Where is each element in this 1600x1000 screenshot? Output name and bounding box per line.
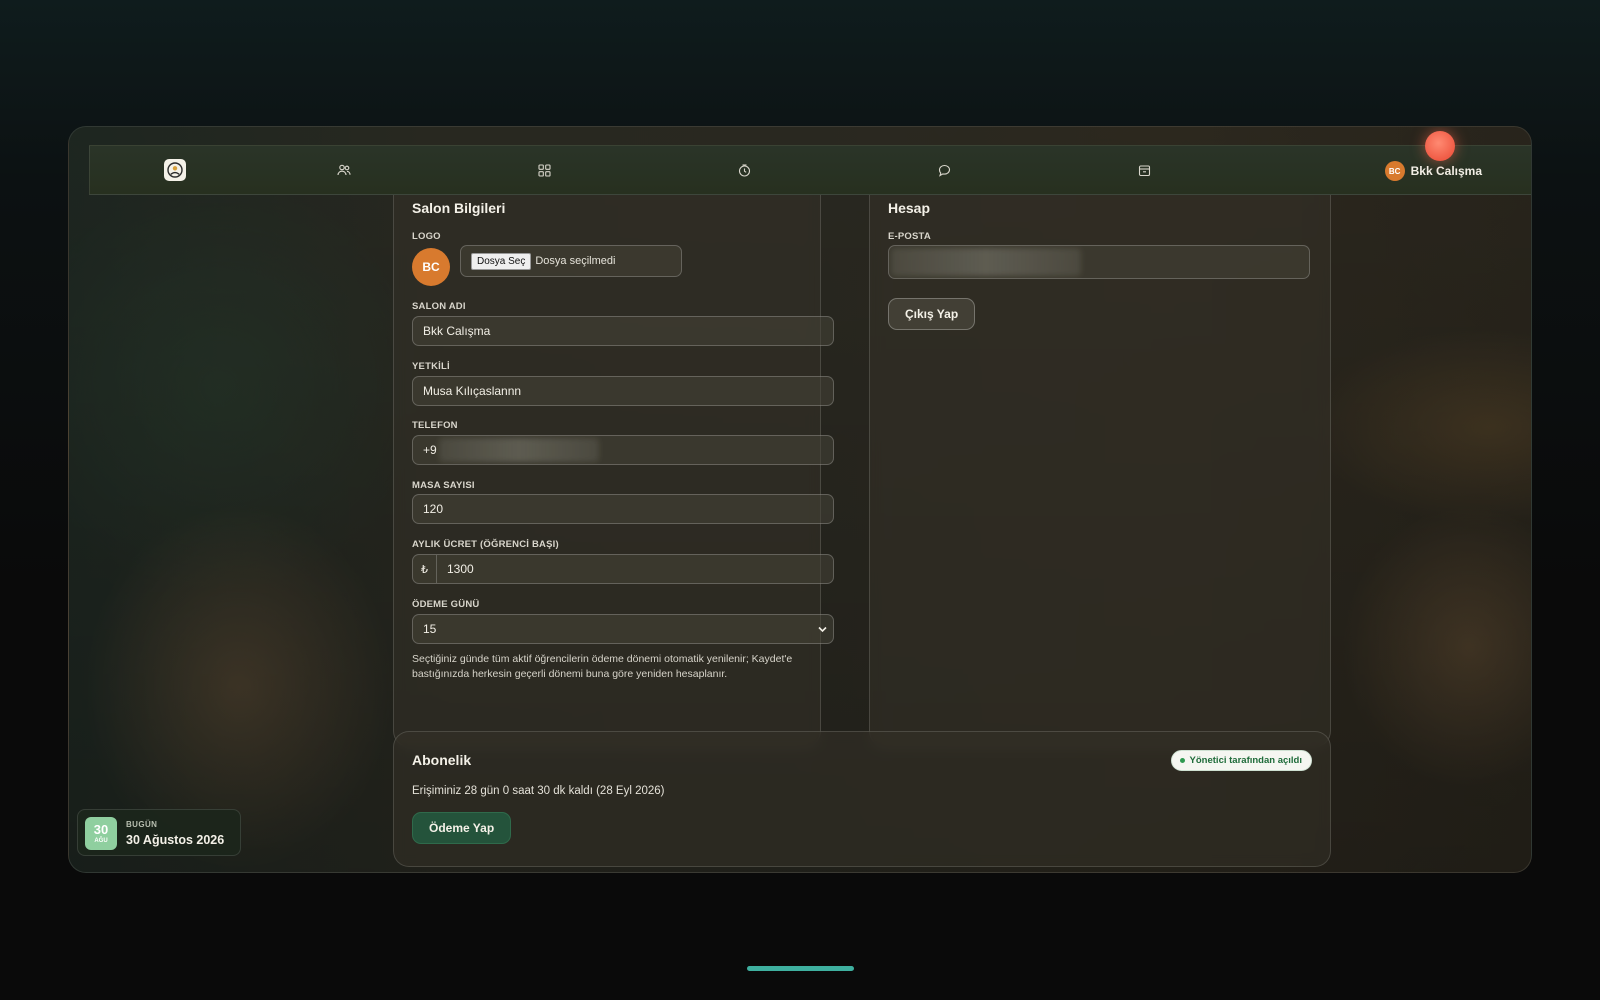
email-redacted (891, 248, 1081, 276)
pay-button[interactable]: Ödeme Yap (412, 812, 512, 844)
grid-icon[interactable] (536, 162, 552, 178)
user-name: Bkk Calışma (1410, 164, 1482, 178)
app-window: BC Bkk Calışma Salon Bilgileri LOGO BC D… (68, 126, 1532, 873)
status-badge-label: Yönetici tarafından açıldı (1189, 755, 1302, 766)
notification-indicator[interactable] (1425, 131, 1455, 161)
salon-logo-avatar: BC (412, 248, 450, 286)
table-count-label: MASA SAYISI (412, 480, 475, 491)
today-date: 30 Ağustos 2026 (126, 833, 225, 847)
logo-file-input[interactable]: Dosya Seç Dosya seçilmedi (460, 245, 682, 277)
home-indicator[interactable] (747, 966, 854, 971)
clock-icon[interactable] (736, 162, 752, 178)
today-widget: 30 AĞU BUGÜN 30 Ağustos 2026 (77, 809, 241, 856)
month-short: AĞU (94, 838, 108, 844)
calendar-day-chip: 30 AĞU (85, 817, 117, 850)
chevron-down-icon (818, 626, 827, 633)
fee-label: AYLIK ÜCRET (ÖĞRENCİ BAŞI) (412, 539, 559, 550)
subscription-remaining: Erişiminiz 28 gün 0 saat 30 dk kaldı (28… (412, 785, 665, 797)
chat-icon[interactable] (936, 162, 952, 178)
payday-helper-text: Seçtiğiniz günde tüm aktif öğrencilerin … (412, 652, 822, 682)
manager-value: Musa Kılıçaslannn (423, 384, 522, 398)
top-navbar: BC Bkk Calışma (89, 145, 1531, 195)
account-title: Hesap (888, 200, 931, 216)
payday-value: 15 (423, 622, 437, 636)
email-input[interactable] (888, 245, 1310, 279)
status-badge: Yönetici tarafından açıldı (1170, 750, 1312, 771)
users-icon[interactable] (336, 162, 352, 178)
day-number: 30 (93, 822, 109, 837)
salon-info-card: Salon Bilgileri LOGO BC Dosya Seç Dosya … (393, 167, 834, 747)
salon-name-value: Bkk Calışma (423, 324, 491, 338)
payday-label: ÖDEME GÜNÜ (412, 599, 480, 610)
payday-select[interactable]: 15 (412, 614, 834, 644)
salon-info-title: Salon Bilgileri (412, 200, 506, 216)
salon-name-label: SALON ADI (412, 301, 466, 312)
fee-input[interactable]: ₺ 1300 (412, 554, 834, 584)
phone-label: TELEFON (412, 420, 458, 431)
table-count-value: 120 (423, 502, 444, 516)
phone-input[interactable]: +9 (412, 435, 834, 465)
phone-redacted (439, 438, 599, 462)
user-menu[interactable]: BC Bkk Calışma (1384, 158, 1482, 184)
account-card: Hesap E-POSTA Çıkış Yap (869, 167, 1331, 747)
logout-button[interactable]: Çıkış Yap (888, 298, 976, 330)
calendar-icon[interactable] (1136, 162, 1152, 178)
email-label: E-POSTA (888, 231, 931, 242)
helper-line-2: bastığınızda herkesin geçerli dönemi bun… (412, 668, 728, 680)
table-count-input[interactable]: 120 (412, 494, 834, 524)
today-label: BUGÜN (126, 820, 158, 829)
fee-value: 1300 (447, 562, 474, 576)
status-dot-icon (1179, 758, 1185, 763)
user-avatar: BC (1384, 161, 1405, 181)
subscription-card: Abonelik Yönetici tarafından açıldı Eriş… (393, 731, 1331, 867)
choose-file-button[interactable]: Dosya Seç (471, 252, 532, 270)
salon-name-input[interactable]: Bkk Calışma (412, 316, 834, 346)
subscription-title: Abonelik (412, 752, 472, 768)
currency-prefix: ₺ (413, 555, 437, 583)
phone-prefix: +9 (423, 443, 437, 457)
helper-line-1: Seçtiğiniz günde tüm aktif öğrencilerin … (412, 653, 793, 665)
app-logo-icon[interactable] (164, 159, 186, 181)
logo-label: LOGO (412, 231, 441, 242)
file-status: Dosya seçilmedi (535, 255, 616, 267)
manager-label: YETKİLİ (412, 361, 450, 372)
manager-input[interactable]: Musa Kılıçaslannn (412, 376, 834, 406)
